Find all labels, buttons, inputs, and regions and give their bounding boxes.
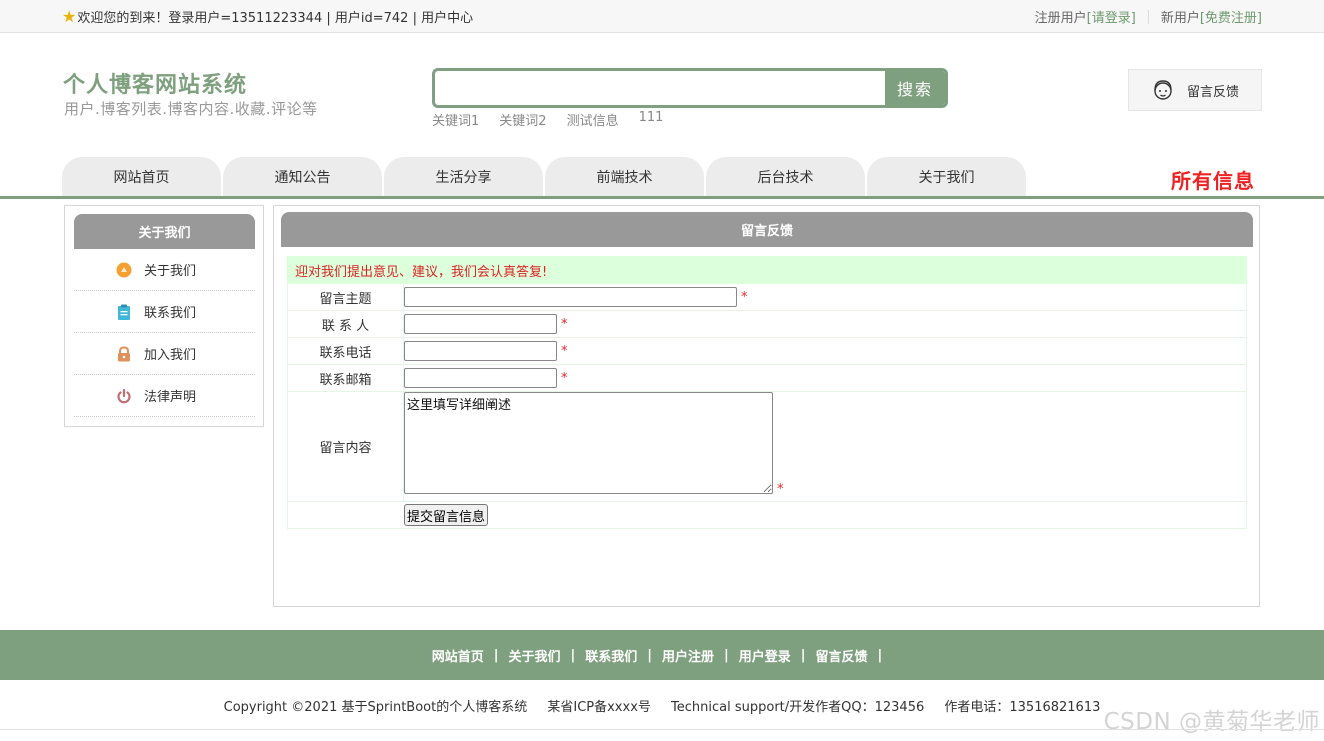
feedback-form: 留言主题 * 联 系 人 * 联系电话 * 联系邮箱 * 留言内容 这里填写详细… — [287, 284, 1247, 529]
top-bar: ★ 欢迎您的到来！登录用户=13511223344 | 用户id=742 | 用… — [0, 0, 1324, 33]
phone-label: 联系电话 — [288, 338, 404, 364]
footer-separator: | — [724, 647, 729, 663]
account-links: 注册用户 [请登录] 新用户 [免费注册] — [1035, 7, 1262, 26]
form-row-phone: 联系电话 * — [287, 338, 1247, 365]
search-box: 搜索 — [432, 68, 948, 108]
contact-input[interactable] — [404, 314, 557, 334]
hot-keywords: 关键词1 关键词2 测试信息 111 — [432, 110, 663, 129]
form-row-subject: 留言主题 * — [287, 284, 1247, 311]
side-title: 关于我们 — [74, 214, 255, 249]
nav-item-life[interactable]: 生活分享 — [384, 157, 543, 197]
side-item-join[interactable]: 加入我们 — [74, 333, 255, 375]
form-row-submit: 提交留言信息 — [287, 502, 1247, 529]
search-input[interactable] — [435, 71, 885, 105]
footer-separator: | — [647, 647, 652, 663]
footer-link-login[interactable]: 用户登录 — [739, 646, 791, 665]
main-title: 留言反馈 — [281, 212, 1253, 247]
nav-item-about[interactable]: 关于我们 — [867, 157, 1026, 197]
hot-keyword[interactable]: 测试信息 — [567, 110, 619, 129]
nav-item-frontend[interactable]: 前端技术 — [545, 157, 704, 197]
side-item-label: 联系我们 — [144, 306, 197, 321]
nav-item-backend[interactable]: 后台技术 — [706, 157, 865, 197]
hot-keyword[interactable]: 关键词2 — [499, 110, 546, 129]
required-mark: * — [561, 370, 568, 386]
subject-label: 留言主题 — [288, 284, 404, 310]
site-subtitle: 用户.博客列表.博客内容.收藏.评论等 — [64, 100, 318, 118]
side-item-legal[interactable]: 法律声明 — [74, 375, 255, 417]
email-label: 联系邮箱 — [288, 365, 404, 391]
submit-spacer — [288, 502, 404, 528]
subject-input[interactable] — [404, 287, 737, 307]
copyright-text: Copyright ©2021 基于SprintBoot的个人博客系统 — [223, 700, 528, 715]
required-mark: * — [777, 482, 784, 497]
notice-text: 迎对我们提出意见、建议，我们会认真答复! — [287, 256, 1247, 284]
power-icon — [117, 388, 131, 403]
support-text: Technical support/开发作者QQ：123456 — [671, 700, 925, 715]
clipboard-icon — [118, 304, 130, 320]
footer-link-feedback[interactable]: 留言反馈 — [816, 646, 868, 665]
login-link[interactable]: [请登录] — [1087, 7, 1136, 26]
hot-keyword[interactable]: 111 — [639, 110, 664, 129]
side-list: 关于我们 联系我们 加入我们 法律声明 — [74, 249, 255, 417]
about-icon — [116, 262, 132, 277]
new-user-label: 新用户 — [1160, 11, 1200, 26]
email-input[interactable] — [404, 368, 557, 388]
register-user-label: 注册用户 — [1034, 11, 1087, 26]
free-register-link[interactable]: [免费注册] — [1200, 7, 1262, 26]
header-feedback-label: 留言反馈 — [1187, 84, 1240, 100]
header-feedback-button[interactable]: 留言反馈 — [1128, 69, 1262, 111]
welcome-area: ★ 欢迎您的到来！登录用户=13511223344 | 用户id=742 | 用… — [62, 7, 473, 26]
main-nav: 网站首页 通知公告 生活分享 前端技术 后台技术 关于我们 — [62, 157, 1026, 197]
footer-link-home[interactable]: 网站首页 — [432, 646, 484, 665]
contact-label: 联 系 人 — [288, 311, 404, 337]
hot-keyword[interactable]: 关键词1 — [432, 110, 479, 129]
side-item-label: 加入我们 — [144, 348, 197, 363]
form-row-content: 留言内容 这里填写详细阐述 * — [287, 392, 1247, 502]
phone-input[interactable] — [404, 341, 557, 361]
footer-separator: | — [570, 647, 576, 663]
star-icon: ★ — [62, 6, 77, 26]
side-item-label: 法律声明 — [144, 390, 197, 405]
icp-text: 某省ICP备xxxx号 — [547, 700, 651, 715]
nav-item-notice[interactable]: 通知公告 — [223, 157, 382, 197]
lock-icon — [118, 345, 130, 361]
side-item-contact[interactable]: 联系我们 — [74, 291, 255, 333]
form-row-contact: 联 系 人 * — [287, 311, 1247, 338]
welcome-text[interactable]: 欢迎您的到来！登录用户=13511223344 | 用户id=742 | 用户中… — [77, 7, 473, 26]
footer-separator: | — [800, 647, 806, 663]
search-button[interactable]: 搜索 — [885, 71, 945, 105]
bottom-divider — [0, 729, 1324, 730]
footer-link-contact[interactable]: 联系我们 — [585, 646, 637, 665]
footer-nav: 网站首页 | 关于我们 | 联系我们 | 用户注册 | 用户登录 | 留言反馈 … — [0, 630, 1324, 680]
required-mark: * — [561, 316, 568, 332]
content-textarea[interactable]: 这里填写详细阐述 — [404, 392, 773, 494]
form-row-email: 联系邮箱 * — [287, 365, 1247, 392]
phone-text: 作者电话：13516821613 — [944, 700, 1101, 715]
main-panel: 留言反馈 迎对我们提出意见、建议，我们会认真答复! 留言主题 * 联 系 人 *… — [273, 205, 1260, 607]
footer-link-register[interactable]: 用户注册 — [662, 646, 714, 665]
required-mark: * — [741, 289, 748, 305]
submit-button[interactable]: 提交留言信息 — [404, 504, 489, 526]
required-mark: * — [561, 343, 568, 359]
watermark: CSDN @黄菊华老师 — [1103, 709, 1320, 735]
side-panel: 关于我们 关于我们 联系我们 加入我们 法律声明 — [64, 205, 264, 427]
site-title[interactable]: 个人博客网站系统 — [63, 67, 247, 99]
side-item-label: 关于我们 — [144, 264, 197, 279]
footer-link-about[interactable]: 关于我们 — [508, 646, 560, 665]
content-label: 留言内容 — [288, 392, 404, 501]
nav-divider — [0, 196, 1324, 199]
all-info-link[interactable]: 所有信息 — [1171, 165, 1255, 194]
customer-service-icon — [1154, 80, 1172, 100]
divider — [1147, 9, 1149, 24]
footer-separator: | — [877, 647, 883, 663]
nav-item-home[interactable]: 网站首页 — [62, 157, 221, 197]
footer-separator: | — [493, 647, 499, 663]
side-item-about[interactable]: 关于我们 — [74, 249, 255, 291]
